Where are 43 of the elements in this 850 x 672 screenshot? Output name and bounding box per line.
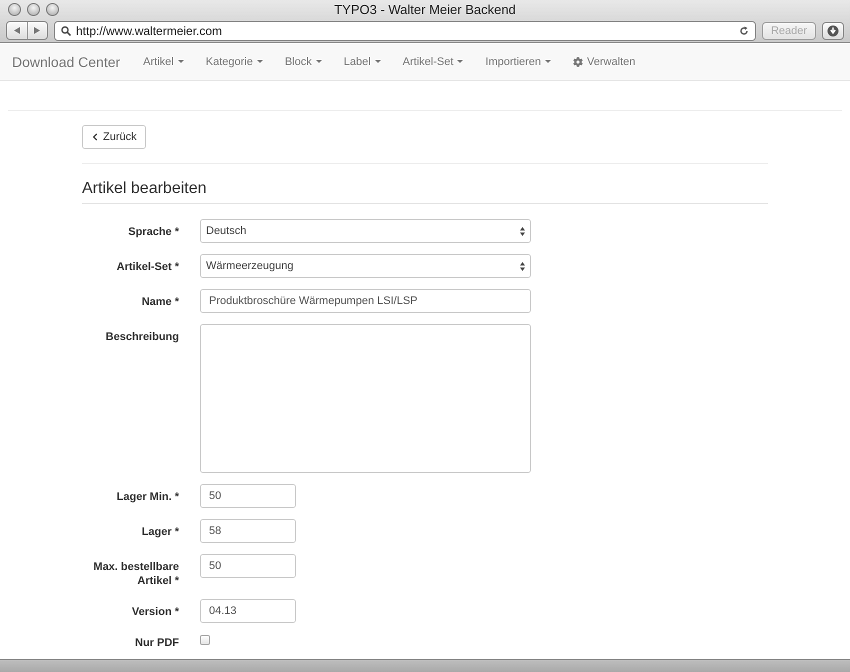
field-label: Lager Min. * [116,490,179,504]
brand-title[interactable]: Download Center [12,54,120,70]
nav-menu-item[interactable]: Artikel [132,56,195,68]
input-field[interactable]: 50 [200,554,296,578]
input-field[interactable]: Produktbroschüre Wärmepumpen LSI/LSP [200,289,531,313]
window-title: TYPO3 - Walter Meier Backend [334,2,516,17]
gear-icon [573,56,584,66]
input-field[interactable]: 04.13 [200,599,296,623]
minimize-button[interactable] [27,3,40,16]
back-arrow-icon[interactable] [14,27,20,34]
select-field[interactable]: Wärmeerzeugung [200,254,531,278]
back-button[interactable]: Zurück [82,125,146,149]
chevron-left-icon [91,133,99,141]
updown-icon [520,262,525,270]
download-button[interactable] [822,22,844,40]
download-icon [827,24,839,36]
nav-menu-item[interactable]: Kategorie [194,56,274,68]
field-label: Artikel-Set * [116,260,179,274]
field-label: Beschreibung [104,330,179,344]
field-label: Sprache * [127,225,179,239]
textarea-field[interactable] [200,324,531,473]
nav-menu-item[interactable]: Label [332,56,392,68]
nav-menu-item[interactable]: Importieren [474,56,562,68]
input-field[interactable]: 50 [200,484,296,508]
checkbox[interactable] [200,635,210,645]
input-field[interactable]: 58 [200,519,296,543]
nav-menu-item[interactable]: Block [274,56,333,68]
updown-icon [520,226,525,236]
zoom-button[interactable] [46,3,59,16]
field-label: Version * [130,605,179,619]
nav-menu-item[interactable]: Verwalten [562,56,646,68]
field-label: Nur PDF [134,636,179,650]
page-heading: Artikel bearbeiten [82,180,768,204]
reload-icon[interactable] [739,26,749,36]
address-field[interactable]: http://www.waltermeier.com [54,20,756,40]
field-label: Lager * [140,525,179,539]
select-field[interactable]: Deutsch [200,219,531,243]
nav-menu-item[interactable]: Artikel-Set [392,56,474,68]
search-icon [61,26,71,36]
field-label: Name * [140,295,179,309]
close-button[interactable] [8,3,21,16]
forward-arrow-icon[interactable] [34,27,40,34]
field-label: Max. bestellbare Artikel * [92,560,179,588]
